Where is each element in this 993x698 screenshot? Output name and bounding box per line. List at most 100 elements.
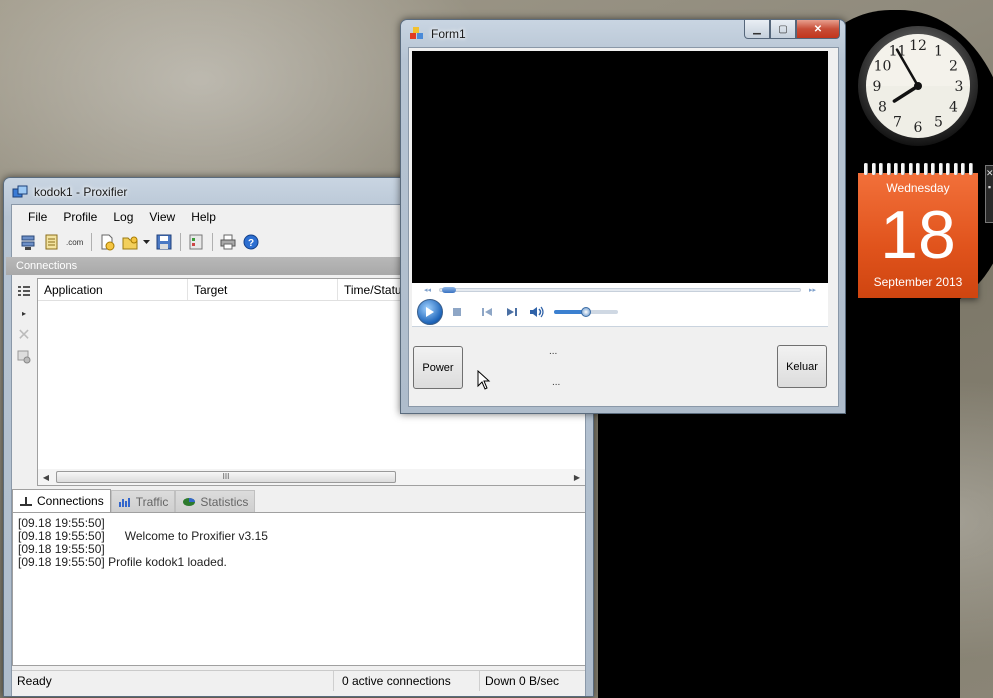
speaker-icon: [530, 306, 544, 317]
menu-file[interactable]: File: [20, 210, 55, 224]
menu-profile[interactable]: Profile: [55, 210, 105, 224]
form1-app-icon: [409, 26, 425, 42]
label-1: ...: [549, 346, 558, 357]
form1-window: Form1 ▁ ▢ ✕ ◂◂ ▸▸ Power ... ... Keluar: [400, 19, 846, 414]
calendar-weekday: Wednesday: [886, 181, 950, 195]
maximize-button[interactable]: ▢: [770, 20, 796, 39]
toolbar-separator: [180, 233, 181, 251]
form1-client: ◂◂ ▸▸ Power ... ... Keluar: [408, 47, 839, 407]
column-target[interactable]: Target: [188, 279, 338, 300]
close-icon: ✕: [813, 23, 823, 35]
menu-log[interactable]: Log: [105, 210, 141, 224]
tab-statistics-label: Statistics: [200, 494, 249, 509]
power-button[interactable]: Power: [413, 346, 463, 389]
clock-numeral: 7: [893, 115, 902, 131]
scroll-left-icon[interactable]: ◀: [38, 473, 54, 482]
svg-text:?: ?: [248, 238, 254, 249]
menu-help[interactable]: Help: [183, 210, 224, 224]
name-resolution-icon[interactable]: .com: [64, 231, 86, 253]
open-profile-icon[interactable]: [119, 231, 141, 253]
connections-tab-icon: [20, 497, 32, 506]
wallpaper-silhouette-shoulder: [840, 260, 960, 698]
traffic-chart-icon: [118, 497, 130, 507]
clock-face: 121234567891011: [858, 26, 978, 146]
volume-slider[interactable]: [554, 306, 618, 317]
settings-icon[interactable]: ▪: [986, 180, 993, 194]
label-2: ...: [552, 377, 561, 388]
new-profile-icon[interactable]: [96, 231, 118, 253]
status-ready: Ready: [12, 670, 334, 691]
scroll-right-icon[interactable]: ▶: [569, 473, 585, 482]
rules-icon[interactable]: [41, 231, 63, 253]
tab-traffic-label: Traffic: [135, 494, 169, 509]
gadget-sidebar-handle[interactable]: ✕ ▪: [985, 165, 993, 223]
tab-connections-label: Connections: [37, 494, 104, 508]
statistics-pie-icon: [183, 497, 196, 506]
mute-button[interactable]: [526, 301, 548, 323]
media-seek-bar[interactable]: ◂◂ ▸▸: [412, 283, 828, 297]
proxy-servers-icon[interactable]: [18, 231, 40, 253]
clock-numeral: 5: [934, 115, 943, 131]
clock-numeral: 8: [878, 100, 887, 116]
print-icon[interactable]: [217, 231, 239, 253]
status-active-connections: 0 active connections: [334, 670, 480, 691]
log-panel[interactable]: [09.18 19:55:50] [09.18 19:55:50] Welcom…: [12, 512, 585, 666]
previous-button[interactable]: [476, 301, 498, 323]
calendar-month-year: September 2013: [873, 275, 963, 289]
close-icon[interactable]: ✕: [986, 166, 993, 180]
calendar-day-number: 18: [880, 197, 956, 273]
connections-sidetools: ▸ ✕: [12, 279, 36, 479]
play-icon: [426, 306, 434, 317]
connections-hscrollbar[interactable]: ◀ III ▶: [38, 469, 585, 485]
clock-numeral: 10: [874, 59, 892, 75]
toolbar-separator: [212, 233, 213, 251]
advanced-icon[interactable]: [185, 231, 207, 253]
minimize-button[interactable]: ▁: [744, 20, 770, 39]
clock-numeral: 1: [934, 43, 943, 59]
seek-forward-icon: ▸▸: [808, 287, 816, 294]
connection-properties-icon[interactable]: [14, 347, 34, 367]
status-bar: Ready 0 active connections Down 0 B/sec: [12, 670, 585, 691]
calendar-gadget[interactable]: Wednesday 18 September 2013: [856, 163, 980, 298]
toolbar-separator: [91, 233, 92, 251]
save-profile-icon[interactable]: [153, 231, 175, 253]
open-profile-dropdown-icon[interactable]: [142, 231, 152, 253]
volume-thumb[interactable]: [581, 306, 591, 317]
expand-arrow-icon[interactable]: ▸: [14, 303, 34, 323]
clock-gadget[interactable]: 121234567891011: [856, 24, 980, 148]
help-icon[interactable]: ?: [240, 231, 262, 253]
tab-traffic[interactable]: Traffic: [110, 490, 176, 512]
stop-icon: [453, 307, 461, 316]
scroll-track[interactable]: III: [54, 470, 569, 484]
close-connection-icon[interactable]: ✕: [14, 325, 34, 345]
maximize-icon: ▢: [778, 23, 788, 35]
clock-numeral: 9: [873, 79, 882, 95]
clock-numeral: 2: [949, 59, 958, 75]
clock-numeral: 3: [955, 79, 964, 95]
minimize-icon: ▁: [753, 23, 761, 35]
next-button[interactable]: [501, 301, 523, 323]
keluar-button[interactable]: Keluar: [777, 345, 827, 388]
previous-icon: [482, 307, 492, 316]
log-line: [09.18 19:55:50] Profile kodok1 loaded.: [18, 555, 227, 569]
column-application[interactable]: Application: [38, 279, 188, 300]
tab-statistics[interactable]: Statistics: [175, 490, 256, 512]
status-download-rate: Down 0 B/sec: [485, 673, 560, 688]
mouse-cursor-icon: [477, 370, 491, 390]
columns-icon[interactable]: [14, 281, 34, 301]
tab-connections[interactable]: Connections: [12, 489, 111, 512]
close-button[interactable]: ✕: [796, 20, 840, 39]
next-icon: [507, 307, 517, 316]
media-player-video[interactable]: [412, 51, 828, 283]
seek-thumb[interactable]: [442, 287, 457, 293]
calendar-rings: [858, 163, 978, 177]
stop-button[interactable]: [446, 301, 468, 323]
proxifier-menubar: File Profile Log View Help: [12, 206, 382, 228]
menu-view[interactable]: View: [141, 210, 183, 224]
scroll-thumb[interactable]: III: [56, 471, 396, 483]
seek-track[interactable]: [439, 287, 801, 293]
play-button[interactable]: [417, 298, 443, 325]
bottom-tabs: Connections Traffic Statistics: [12, 489, 256, 512]
form1-caption-buttons: ▁ ▢ ✕: [744, 20, 840, 39]
clock-numeral: 4: [949, 100, 958, 116]
